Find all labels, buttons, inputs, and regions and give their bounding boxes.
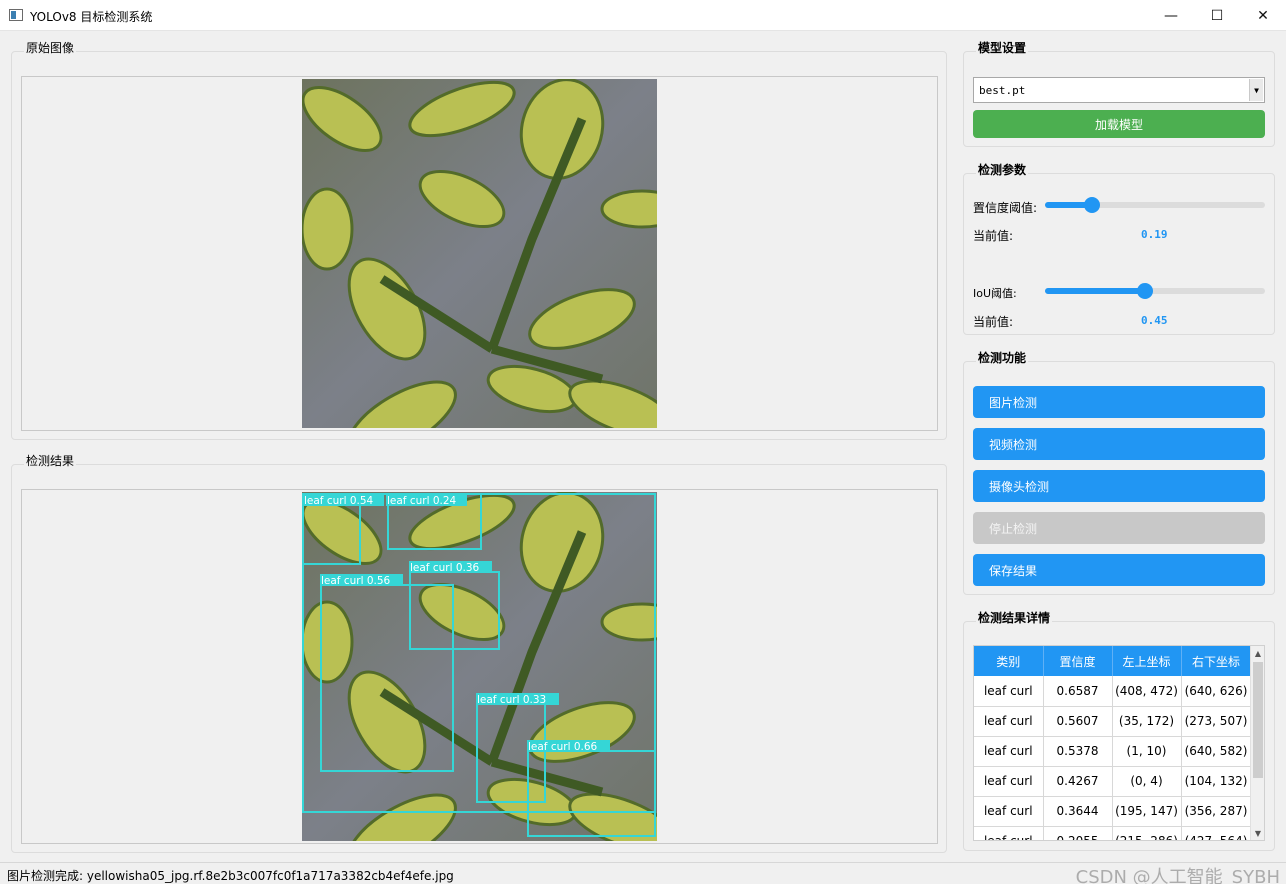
video-detect-button[interactable]: 视频检测	[973, 428, 1265, 460]
confidence-value: 0.19	[1141, 228, 1168, 241]
minimize-button[interactable]: —	[1148, 0, 1194, 31]
table-cell: (640, 626)	[1181, 676, 1252, 707]
close-button[interactable]: ✕	[1240, 0, 1286, 31]
detection-label: leaf curl 0.24	[387, 495, 457, 507]
confidence-slider[interactable]	[1045, 197, 1265, 213]
save-results-button[interactable]: 保存结果	[973, 554, 1265, 586]
table-cell: (195, 147)	[1112, 796, 1182, 827]
confidence-label: 置信度阈值:	[973, 201, 1038, 215]
table-row[interactable]: leaf curl 0.2055 (215, 286) (427, 564)	[974, 826, 1252, 840]
detection-functions-title: 检测功能	[976, 349, 1029, 366]
confidence-current-label: 当前值:	[973, 229, 1014, 243]
table-row[interactable]: leaf curl 0.5607 (35, 172) (273, 507)	[974, 706, 1252, 737]
scrollbar-thumb[interactable]	[1253, 662, 1263, 778]
table-cell: 0.4267	[1043, 766, 1113, 797]
table-row[interactable]: leaf curl 0.4267 (0, 4) (104, 132)	[974, 766, 1252, 797]
table-cell: 0.2055	[1043, 826, 1113, 840]
table-cell: (427, 564)	[1181, 826, 1252, 840]
scroll-down-icon[interactable]: ▼	[1251, 826, 1264, 840]
table-row[interactable]: leaf curl 0.3644 (195, 147) (356, 287)	[974, 796, 1252, 827]
detection-result-title: 检测结果	[24, 452, 77, 469]
model-select-value: best.pt	[979, 84, 1026, 97]
title-bar: YOLOv8 目标检测系统 — ☐ ✕	[0, 0, 1286, 31]
detection-label: leaf curl 0.54	[304, 495, 374, 507]
detection-image-frame: leaf curl 0.54 leaf curl 0.24 leaf curl …	[21, 489, 938, 844]
table-header-row: 类别 置信度 左上坐标 右下坐标	[974, 646, 1252, 676]
table-cell: 0.5607	[1043, 706, 1113, 737]
table-cell: (356, 287)	[1181, 796, 1252, 827]
status-message: 图片检测完成: yellowisha05_jpg.rf.8e2b3c007fc0…	[7, 869, 454, 883]
table-cell: leaf curl	[974, 826, 1044, 840]
load-model-button[interactable]: 加载模型	[973, 110, 1265, 138]
model-settings-title: 模型设置	[976, 39, 1029, 56]
table-cell: (215, 286)	[1112, 826, 1182, 840]
table-cell: (1, 10)	[1112, 736, 1182, 767]
detection-params-title: 检测参数	[976, 161, 1029, 178]
original-image-frame	[21, 76, 938, 431]
table-cell: (35, 172)	[1112, 706, 1182, 737]
table-cell: (0, 4)	[1112, 766, 1182, 797]
table-cell: (273, 507)	[1181, 706, 1252, 737]
scroll-up-icon[interactable]: ▲	[1251, 646, 1264, 660]
iou-slider-fill	[1045, 288, 1145, 294]
original-image-title: 原始图像	[24, 39, 77, 56]
model-select[interactable]: best.pt ▼	[973, 77, 1265, 103]
results-detail-title: 检测结果详情	[976, 609, 1053, 626]
table-row[interactable]: leaf curl 0.6587 (408, 472) (640, 626)	[974, 676, 1252, 707]
iou-slider-handle[interactable]	[1136, 283, 1153, 299]
column-header-class[interactable]: 类别	[974, 646, 1044, 676]
table-cell: leaf curl	[974, 736, 1044, 767]
table-cell: (104, 132)	[1181, 766, 1252, 797]
original-image	[302, 79, 657, 428]
results-table[interactable]: 类别 置信度 左上坐标 右下坐标 leaf curl 0.6587 (408, …	[973, 645, 1265, 841]
camera-detect-button[interactable]: 摄像头检测	[973, 470, 1265, 502]
stop-detect-button[interactable]: 停止检测	[973, 512, 1265, 544]
detection-params-group	[963, 173, 1275, 335]
iou-current-label: 当前值:	[973, 315, 1014, 329]
table-cell: leaf curl	[974, 706, 1044, 737]
confidence-slider-handle[interactable]	[1083, 197, 1100, 213]
detection-image: leaf curl 0.54 leaf curl 0.24 leaf curl …	[302, 492, 657, 841]
table-cell: (408, 472)	[1112, 676, 1182, 707]
iou-slider[interactable]	[1045, 283, 1265, 299]
status-bar: 图片检测完成: yellowisha05_jpg.rf.8e2b3c007fc0…	[0, 862, 1286, 884]
watermark: CSDN @人工智能_SYBH	[1075, 867, 1280, 884]
column-header-confidence[interactable]: 置信度	[1043, 646, 1113, 676]
table-cell: (640, 582)	[1181, 736, 1252, 767]
column-header-top-left[interactable]: 左上坐标	[1112, 646, 1182, 676]
column-header-bottom-right[interactable]: 右下坐标	[1181, 646, 1252, 676]
table-scrollbar[interactable]: ▲ ▼	[1250, 646, 1264, 840]
table-cell: 0.5378	[1043, 736, 1113, 767]
table-cell: leaf curl	[974, 766, 1044, 797]
iou-label: IoU阈值:	[973, 287, 1017, 300]
iou-value: 0.45	[1141, 314, 1168, 327]
detection-label: leaf curl 0.66	[528, 741, 598, 753]
chevron-down-icon[interactable]: ▼	[1249, 79, 1263, 101]
detection-label: leaf curl 0.33	[477, 694, 546, 706]
detection-label: leaf curl 0.56	[321, 575, 391, 587]
app-icon	[9, 9, 23, 21]
detection-label: leaf curl 0.36	[410, 562, 480, 574]
table-cell: leaf curl	[974, 676, 1044, 707]
table-cell: 0.6587	[1043, 676, 1113, 707]
maximize-button[interactable]: ☐	[1194, 0, 1240, 31]
window-title: YOLOv8 目标检测系统	[30, 10, 153, 24]
table-cell: leaf curl	[974, 796, 1044, 827]
image-detect-button[interactable]: 图片检测	[973, 386, 1265, 418]
table-row[interactable]: leaf curl 0.5378 (1, 10) (640, 582)	[974, 736, 1252, 767]
table-cell: 0.3644	[1043, 796, 1113, 827]
